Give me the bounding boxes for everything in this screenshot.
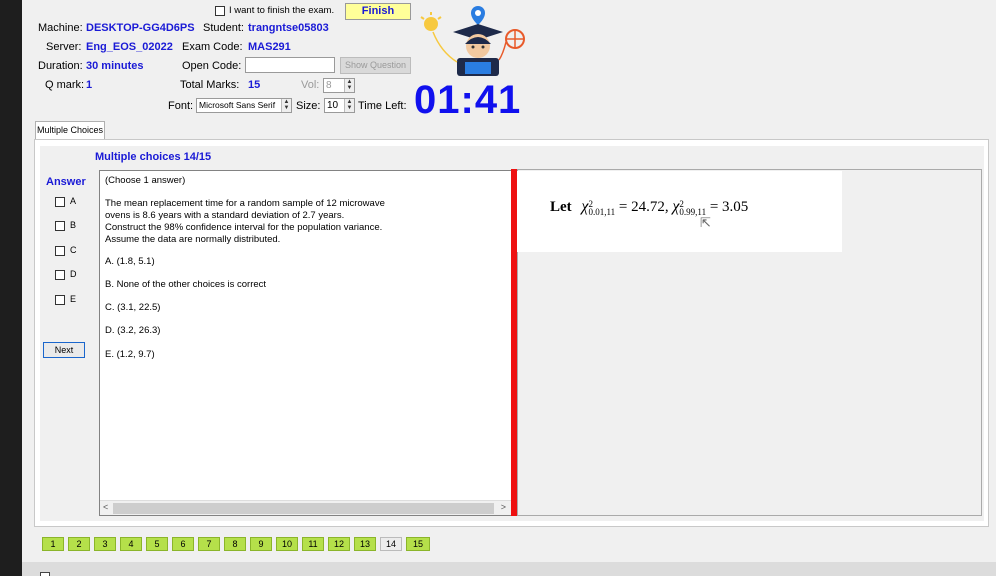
- answer-checkbox[interactable]: [55, 295, 65, 305]
- answer-checkbox[interactable]: [55, 246, 65, 256]
- partial-checkbox[interactable]: [40, 572, 50, 576]
- horizontal-scrollbar[interactable]: < >: [100, 500, 511, 515]
- student-value: trangntse05803: [248, 22, 329, 34]
- question-nav-1[interactable]: 1: [42, 537, 64, 551]
- scroll-left-icon[interactable]: <: [103, 502, 108, 512]
- server-value: Eng_EOS_02022: [86, 41, 173, 53]
- font-select[interactable]: Microsoft Sans Serif ▲ ▼: [196, 98, 292, 113]
- question-nav-15[interactable]: 15: [406, 537, 430, 551]
- answer-checkbox[interactable]: [55, 221, 65, 231]
- question-nav-3[interactable]: 3: [94, 537, 116, 551]
- scroll-right-icon[interactable]: >: [501, 502, 506, 512]
- total-marks-label: Total Marks:: [180, 79, 240, 91]
- chi2-value: = 3.05: [709, 199, 749, 215]
- answer-heading: Answer: [46, 176, 86, 188]
- next-button[interactable]: Next: [43, 342, 85, 358]
- scrollbar-thumb[interactable]: [113, 503, 494, 514]
- finish-exam-label: I want to finish the exam.: [229, 5, 335, 16]
- question-line: Assume the data are normally distributed…: [105, 234, 281, 245]
- formula-text: Let χ 2 0.01,11 = 24.72, χ 2 0.99,11 = 3.05: [550, 198, 748, 216]
- question-nav-2[interactable]: 2: [68, 537, 90, 551]
- answer-checkbox[interactable]: [55, 197, 65, 207]
- duration-value: 30 minutes: [86, 60, 144, 72]
- question-nav-8[interactable]: 8: [224, 537, 246, 551]
- student-label: Student:: [203, 22, 244, 34]
- question-nav-14[interactable]: 14: [380, 537, 402, 551]
- chi-symbol: χ: [672, 198, 680, 215]
- exam-code-label: Exam Code:: [182, 41, 243, 53]
- bottom-strip: [22, 562, 996, 576]
- question-nav-12[interactable]: 12: [328, 537, 350, 551]
- spin-arrows-icon[interactable]: ▲ ▼: [281, 99, 291, 112]
- chi1-sub: 0.01,11: [588, 206, 616, 217]
- duration-label: Duration:: [38, 60, 83, 72]
- answer-letter: E: [70, 294, 77, 304]
- server-label: Server:: [46, 41, 82, 53]
- question-nav-9[interactable]: 9: [250, 537, 272, 551]
- spin-arrows-icon[interactable]: ▲ ▼: [344, 79, 354, 92]
- open-code-input[interactable]: [245, 57, 335, 73]
- machine-value: DESKTOP-GG4D6PS: [86, 22, 195, 34]
- tab-multiple-choices[interactable]: Multiple Choices: [35, 121, 105, 139]
- q-mark-value: 1: [86, 79, 93, 91]
- spin-arrows-icon[interactable]: ▲ ▼: [344, 99, 354, 112]
- left-dark-strip: [0, 0, 22, 576]
- question-nav-11[interactable]: 11: [302, 537, 324, 551]
- question-line: ovens is 8.6 years with a standard devia…: [105, 210, 345, 221]
- finish-button[interactable]: Finish: [345, 3, 411, 20]
- question-line: Construct the 98% confidence interval fo…: [105, 222, 383, 233]
- choice-d: D. (3.2, 26.3): [105, 325, 161, 336]
- choice-e: E. (1.2, 9.7): [105, 349, 155, 360]
- exam-code-value: MAS291: [248, 41, 291, 53]
- answer-letter: B: [70, 220, 77, 230]
- vol-value: 8: [326, 80, 332, 91]
- question-nav-5[interactable]: 5: [146, 537, 168, 551]
- answer-letter: A: [70, 196, 77, 206]
- question-counter-title: Multiple choices 14/15: [95, 151, 212, 163]
- choice-a: A. (1.8, 5.1): [105, 256, 155, 267]
- formula-image: Let χ 2 0.01,11 = 24.72, χ 2 0.99,11 = 3.05: [517, 171, 842, 252]
- answer-letter: C: [70, 245, 77, 255]
- finish-exam-checkbox[interactable]: [215, 6, 225, 16]
- font-value: Microsoft Sans Serif: [199, 100, 276, 110]
- question-nav-4[interactable]: 4: [120, 537, 142, 551]
- chi1-value: = 24.72,: [618, 199, 669, 215]
- mouse-cursor-icon: ⇱: [700, 215, 711, 230]
- vol-label: Vol:: [301, 79, 320, 91]
- question-nav-6[interactable]: 6: [172, 537, 194, 551]
- size-label: Size:: [296, 100, 321, 112]
- graduate-avatar-icon: [413, 2, 535, 76]
- open-code-label: Open Code:: [182, 60, 242, 72]
- font-label: Font:: [168, 100, 194, 112]
- show-question-button[interactable]: Show Question: [340, 57, 411, 74]
- choice-c: C. (3.1, 22.5): [105, 302, 161, 313]
- size-value: 10: [327, 100, 339, 111]
- choice-b: B. None of the other choices is correct: [105, 279, 267, 290]
- chi-symbol: χ: [581, 198, 589, 215]
- question-instruction: (Choose 1 answer): [105, 175, 186, 186]
- machine-label: Machine:: [38, 22, 83, 34]
- formula-let: Let: [550, 199, 572, 215]
- answer-letter: D: [70, 269, 77, 279]
- question-nav-7[interactable]: 7: [198, 537, 220, 551]
- size-stepper[interactable]: 10 ▲ ▼: [324, 98, 355, 113]
- q-mark-label: Q mark:: [45, 79, 85, 91]
- time-left-label: Time Left:: [358, 100, 407, 112]
- question-line: The mean replacement time for a random s…: [105, 198, 385, 209]
- vol-stepper[interactable]: 8 ▲ ▼: [323, 78, 355, 93]
- question-nav-10[interactable]: 10: [276, 537, 298, 551]
- answer-checkbox[interactable]: [55, 270, 65, 280]
- question-nav-13[interactable]: 13: [354, 537, 376, 551]
- total-marks-value: 15: [248, 79, 261, 91]
- countdown-timer: 01:41: [414, 78, 522, 122]
